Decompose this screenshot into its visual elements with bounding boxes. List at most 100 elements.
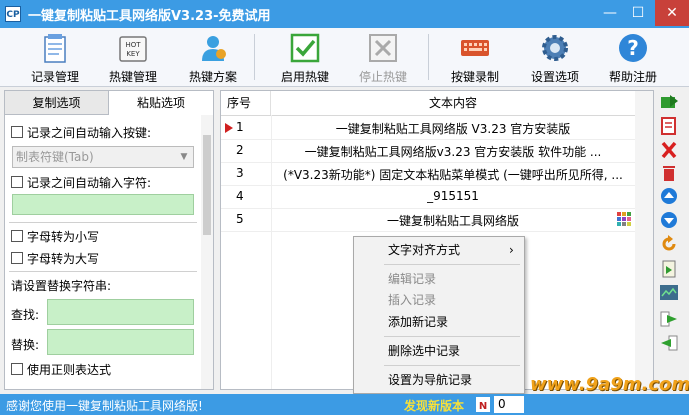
record-manage-button[interactable]: 记录管理	[20, 28, 90, 86]
row-text: 一键复制粘贴工具网络版	[386, 214, 519, 228]
lowercase-checkbox[interactable]	[11, 230, 23, 242]
row-number: 2	[236, 143, 244, 157]
hotkey-scheme-label: 热键方案	[188, 70, 237, 84]
context-menu: 文字对齐方式 › 编辑记录 插入记录 添加新记录 删除选中记录 设置为导航记录	[353, 236, 525, 394]
table-row[interactable]: 3 (*V3.23新功能*) 固定文本粘贴菜单模式 (一键呼出所见所得, ...	[221, 162, 653, 186]
watermark: www.9a9m.com	[530, 374, 689, 395]
help-icon: ?	[619, 34, 647, 62]
move-down-icon[interactable]	[659, 211, 679, 229]
header-content[interactable]: 文本内容	[271, 91, 635, 115]
menu-separator	[384, 336, 520, 337]
table-row[interactable]: 4 _915151	[221, 185, 653, 209]
regex-label: 使用正则表达式	[27, 363, 112, 377]
settings-button[interactable]: 设置选项	[520, 28, 590, 86]
trash-icon[interactable]	[659, 164, 679, 182]
row-number: 5	[236, 212, 244, 226]
table-row[interactable]: 2 一键复制粘贴工具网络版v3.23 官方安装版 软件功能 ...	[221, 139, 653, 163]
table-row[interactable]: 1 一键复制粘贴工具网络版 V3.23 官方安装版	[221, 116, 653, 140]
list-scrollbar[interactable]	[635, 91, 653, 389]
record-manage-label: 记录管理	[30, 70, 79, 84]
enable-hotkey-label: 启用热键	[280, 70, 329, 84]
new-version-link[interactable]: 发现新版本	[404, 397, 464, 414]
divider	[9, 271, 197, 272]
replace-heading: 请设置替换字符串:	[11, 279, 112, 293]
auto-key-label: 记录之间自动输入按键:	[27, 126, 152, 140]
find-field[interactable]	[47, 299, 194, 325]
enable-hotkey-button[interactable]: 启用热键	[270, 28, 340, 86]
menu-separator	[384, 365, 520, 366]
divider	[9, 222, 197, 223]
chevron-down-icon[interactable]: ▼	[176, 147, 192, 167]
lowercase-label: 字母转为小写	[27, 230, 100, 244]
move-right-icon[interactable]	[659, 310, 679, 328]
hotkey-record-button[interactable]: 按键录制	[440, 28, 510, 86]
delete-icon[interactable]	[659, 141, 679, 159]
menu-item-delete-selected[interactable]: 删除选中记录	[355, 340, 523, 362]
move-up-icon[interactable]	[659, 187, 679, 205]
tab-paste-options[interactable]: 粘贴选项	[109, 91, 213, 115]
row-number: 1	[236, 120, 244, 134]
stop-icon	[369, 34, 397, 62]
menu-item-text-align[interactable]: 文字对齐方式 ›	[355, 239, 523, 261]
row-number: 3	[236, 166, 244, 180]
minimize-button[interactable]: —	[596, 0, 624, 26]
menu-item-edit-record[interactable]: 编辑记录	[355, 268, 523, 290]
export-icon[interactable]	[659, 93, 679, 111]
uppercase-label: 字母转为大写	[27, 252, 100, 266]
hotkey-manage-label: 热键管理	[108, 70, 157, 84]
app-icon: CP	[5, 6, 21, 22]
hotkey-record-label: 按键录制	[450, 70, 499, 84]
row-text: 一键复制粘贴工具网络版 V3.23 官方安装版	[335, 122, 571, 136]
replace-label: 替换:	[11, 338, 40, 352]
hotkey-manage-button[interactable]: HOT KEY 热键管理	[98, 28, 168, 86]
hotkey-scheme-button[interactable]: 热键方案	[178, 28, 248, 86]
edit-icon[interactable]	[659, 117, 679, 135]
regex-checkbox[interactable]	[11, 363, 23, 375]
svg-text:HOT: HOT	[125, 41, 141, 49]
key-combo[interactable]: 制表符键(Tab)	[12, 146, 194, 168]
menu-item-add-record[interactable]: 添加新记录	[355, 311, 523, 333]
row-number: 4	[236, 189, 244, 203]
svg-text:KEY: KEY	[126, 50, 140, 58]
checkmark-icon	[290, 33, 320, 63]
close-button[interactable]: ✕	[655, 0, 689, 26]
replace-field[interactable]	[47, 329, 194, 355]
header-no[interactable]: 序号	[221, 91, 271, 115]
maximize-button[interactable]: ☐	[624, 0, 652, 26]
notification-icon[interactable]: N	[476, 397, 490, 412]
window-title: 一键复制粘贴工具网络版V3.23-免费试用	[28, 9, 271, 24]
status-message: 感谢您使用一键复制粘贴工具网络版!	[6, 399, 203, 413]
import-file-icon[interactable]	[659, 260, 679, 278]
svg-text:?: ?	[627, 36, 639, 60]
auto-char-checkbox[interactable]	[11, 176, 23, 188]
menu-separator	[384, 264, 520, 265]
auto-char-label: 记录之间自动输入字符:	[27, 176, 152, 190]
refresh-icon[interactable]	[659, 235, 679, 253]
color-grid-icon	[617, 212, 631, 226]
stop-hotkey-label: 停止热键	[358, 70, 407, 84]
move-left-icon[interactable]	[659, 334, 679, 352]
stop-hotkey-button[interactable]: 停止热键	[348, 28, 418, 86]
hotkey-icon: HOT KEY	[119, 36, 147, 62]
options-panel: 复制选项 粘贴选项 记录之间自动输入按键: 制表符键(Tab) ▼ 记录之间自动…	[4, 90, 214, 390]
row-text: 一键复制粘贴工具网络版v3.23 官方安装版 软件功能 ...	[304, 145, 602, 159]
keyboard-icon	[461, 40, 489, 56]
menu-item-label: 文字对齐方式	[388, 243, 461, 257]
help-register-button[interactable]: ? 帮助注册	[598, 28, 668, 86]
record-count: 0	[494, 396, 524, 413]
auto-char-field[interactable]	[12, 194, 194, 215]
auto-key-checkbox[interactable]	[11, 126, 23, 138]
monitor-icon[interactable]	[659, 284, 679, 302]
left-scrollbar-thumb[interactable]	[203, 135, 211, 235]
find-label: 查找:	[11, 308, 40, 322]
uppercase-checkbox[interactable]	[11, 252, 23, 264]
list-header: 序号 文本内容	[221, 91, 653, 116]
notepad-icon	[44, 34, 66, 63]
table-row[interactable]: 5 一键复制粘贴工具网络版	[221, 208, 653, 232]
current-row-marker-icon	[225, 123, 233, 133]
menu-item-insert-record[interactable]: 插入记录	[355, 289, 523, 311]
row-text: _915151	[427, 189, 479, 203]
menu-item-set-nav-record[interactable]: 设置为导航记录	[355, 369, 523, 391]
tab-copy-options[interactable]: 复制选项	[5, 91, 109, 115]
submenu-arrow-icon: ›	[509, 243, 514, 257]
